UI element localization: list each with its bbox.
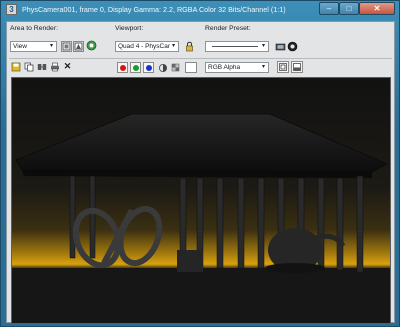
rendered-image-viewport[interactable] — [11, 77, 391, 324]
color-swatch[interactable] — [185, 62, 197, 73]
app-logo-icon: 3 — [6, 4, 17, 15]
alpha-channel-icon[interactable] — [157, 62, 168, 73]
display-channel-value: RGB Alpha — [208, 64, 241, 71]
toolbar-separator — [9, 58, 392, 59]
rendered-scene — [12, 78, 390, 323]
copy-icon[interactable] — [23, 61, 34, 72]
area-to-render-label: Area to Render: — [10, 25, 58, 32]
toggle-ui-icon[interactable] — [291, 61, 303, 73]
red-channel-toggle[interactable] — [117, 62, 128, 73]
chevron-down-icon: ▾ — [261, 43, 265, 49]
toggle-ui-overlay-icon[interactable] — [277, 61, 289, 73]
render-preset-dropdown[interactable]: ▾ — [205, 41, 269, 52]
clone-window-icon[interactable] — [36, 61, 47, 72]
render-setup-icon[interactable] — [275, 41, 286, 52]
print-icon[interactable] — [49, 61, 60, 72]
close-icon[interactable]: ✕ — [359, 2, 395, 15]
chevron-down-icon: ▾ — [171, 43, 175, 49]
green-channel-toggle[interactable] — [130, 62, 141, 73]
title-bar[interactable]: 3 PhysCamera001, frame 0, Display Gamma:… — [1, 1, 399, 19]
chevron-down-icon: ▾ — [49, 43, 53, 49]
auto-region-icon[interactable] — [73, 41, 84, 52]
viewport-label: Viewport: — [115, 25, 144, 32]
clear-icon[interactable]: ✕ — [62, 61, 73, 72]
rendered-frame-window: 3 PhysCamera001, frame 0, Display Gamma:… — [0, 0, 400, 327]
edit-region-icon[interactable] — [61, 41, 72, 52]
chevron-down-icon: ▾ — [261, 64, 265, 70]
viewport-dropdown[interactable]: Quad 4 - PhysCar ▾ — [115, 41, 179, 52]
pedestal — [177, 250, 203, 272]
green-channel-icon — [132, 64, 139, 71]
monochrome-icon[interactable] — [170, 62, 181, 73]
red-channel-icon — [119, 64, 126, 71]
minimize-icon[interactable]: – — [319, 2, 339, 15]
render-teapot-icon[interactable] — [287, 41, 298, 52]
viewport-value: Quad 4 - PhysCar — [118, 43, 171, 50]
frame-client-area: Area to Render: Viewport: Render Preset:… — [6, 21, 395, 324]
render-preset-label: Render Preset: — [205, 25, 251, 32]
ground-plane — [12, 268, 390, 323]
window-title: PhysCamera001, frame 0, Display Gamma: 2… — [22, 5, 286, 14]
blue-channel-toggle[interactable] — [143, 62, 154, 73]
clone-window-icon[interactable] — [86, 40, 97, 51]
area-to-render-dropdown[interactable]: View ▾ — [10, 41, 57, 52]
blue-channel-icon — [145, 64, 152, 71]
lock-icon[interactable] — [184, 41, 195, 52]
save-icon[interactable] — [10, 61, 21, 72]
maximize-icon[interactable]: □ — [339, 2, 359, 15]
display-channel-dropdown[interactable]: RGB Alpha ▾ — [205, 62, 269, 73]
preset-placeholder-line — [212, 46, 258, 47]
area-to-render-value: View — [13, 43, 27, 50]
